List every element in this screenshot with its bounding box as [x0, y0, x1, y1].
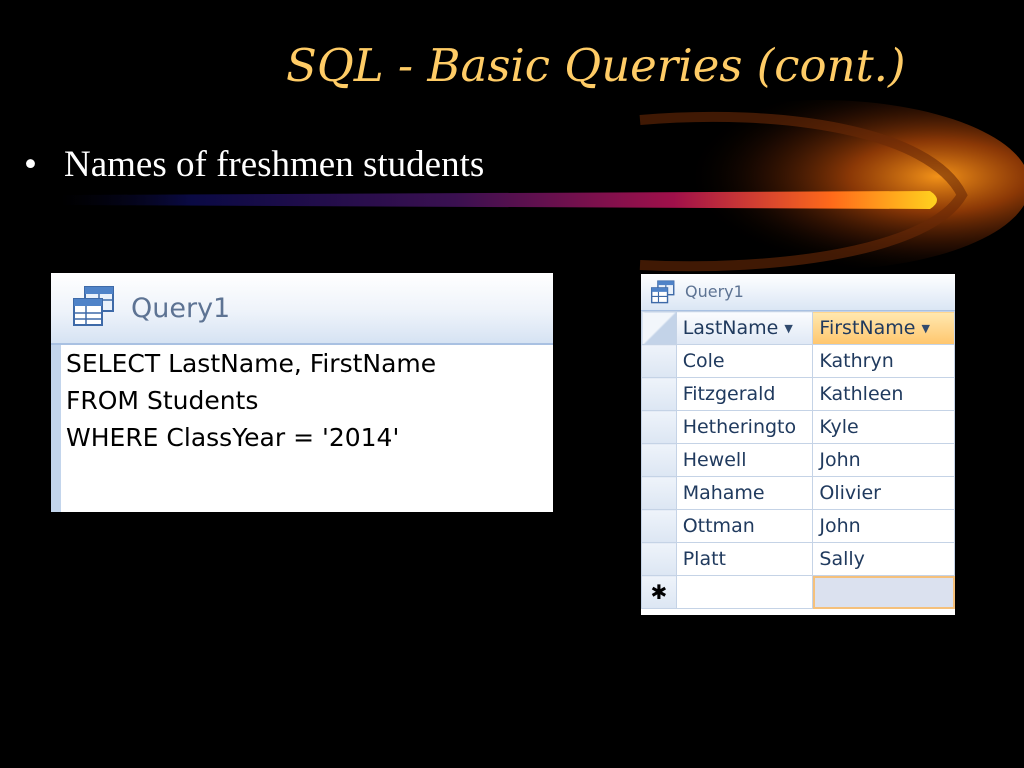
sql-editor[interactable]: SELECT LastName, FirstName FROM Students…	[66, 345, 546, 456]
comet-swoosh-graphic	[60, 100, 1024, 272]
sql-line-select: SELECT LastName, FirstName	[66, 349, 437, 378]
record-selector[interactable]	[641, 509, 677, 543]
sql-line-where: WHERE ClassYear = '2014'	[66, 423, 400, 452]
cell-firstname[interactable]: Kathleen	[812, 377, 955, 411]
cell-lastname[interactable]: Hetheringto	[675, 410, 814, 444]
cell-lastname[interactable]: Ottman	[675, 509, 814, 543]
datasheet-grid: LastName ▼ FirstName ▼ Cole Kathryn Fitzge…	[641, 311, 955, 609]
record-selector[interactable]	[641, 443, 677, 477]
query-table-icon	[73, 286, 114, 326]
cell-firstname[interactable]: John	[812, 443, 955, 477]
sql-view-tab[interactable]: Query1	[51, 273, 553, 345]
record-selector[interactable]	[641, 344, 677, 378]
column-header-lastname[interactable]: LastName ▼	[675, 311, 814, 345]
cell-lastname[interactable]: Mahame	[675, 476, 814, 510]
table-row: Mahame Olivier	[641, 476, 955, 510]
new-record-row: ✱	[641, 575, 955, 609]
record-selector[interactable]	[641, 377, 677, 411]
table-row: Fitzgerald Kathleen	[641, 377, 955, 411]
cell-firstname[interactable]: Kathryn	[812, 344, 955, 378]
column-header-label: FirstName	[819, 317, 916, 339]
sql-editor-gutter	[51, 345, 61, 512]
new-cell-lastname[interactable]	[675, 575, 814, 609]
cell-firstname[interactable]: Olivier	[812, 476, 955, 510]
datasheet-panel: Query1 LastName▼ FirstName▼ Cole Kathr	[641, 274, 955, 615]
cell-firstname[interactable]: John	[812, 509, 955, 543]
sql-view-tab-label: Query1	[131, 293, 231, 324]
select-all-corner[interactable]	[641, 311, 677, 345]
slide-title: SQL - Basic Queries (cont.)	[286, 39, 906, 92]
new-record-icon[interactable]: ✱	[641, 575, 677, 609]
record-selector[interactable]	[641, 410, 677, 444]
table-row: Platt Sally	[641, 542, 955, 576]
record-selector[interactable]	[641, 542, 677, 576]
header-row: LastName ▼ FirstName ▼	[641, 311, 955, 345]
column-header-label: LastName	[682, 317, 779, 339]
sql-line-from: FROM Students	[66, 386, 259, 415]
dropdown-arrow-icon[interactable]: ▼	[784, 322, 792, 335]
cell-firstname[interactable]: Kyle	[812, 410, 955, 444]
record-selector[interactable]	[641, 476, 677, 510]
cell-lastname[interactable]: Fitzgerald	[675, 377, 814, 411]
datasheet-tab-label: Query1	[685, 282, 744, 301]
cell-firstname[interactable]: Sally	[812, 542, 955, 576]
table-row: Hetheringto Kyle	[641, 410, 955, 444]
sql-view-panel: Query1 SELECT LastName, FirstName FROM S…	[51, 273, 553, 512]
bullet-dot: •	[24, 144, 37, 185]
dropdown-arrow-icon[interactable]: ▼	[921, 322, 929, 335]
new-cell-firstname[interactable]	[812, 575, 955, 609]
bullet-item: • Names of freshmen students	[24, 142, 484, 188]
cell-lastname[interactable]: Hewell	[675, 443, 814, 477]
query-table-icon	[650, 280, 675, 304]
bullet-text: Names of freshmen students	[64, 144, 485, 185]
table-row: Ottman John	[641, 509, 955, 543]
datasheet-tab[interactable]: Query1	[641, 274, 955, 311]
cell-lastname[interactable]: Cole	[675, 344, 814, 378]
cell-lastname[interactable]: Platt	[675, 542, 814, 576]
table-row: Hewell John	[641, 443, 955, 477]
slide: SQL - Basic Queries (cont.) • Names of fr…	[0, 0, 1024, 768]
table-row: Cole Kathryn	[641, 344, 955, 378]
column-header-firstname[interactable]: FirstName ▼	[812, 311, 955, 345]
